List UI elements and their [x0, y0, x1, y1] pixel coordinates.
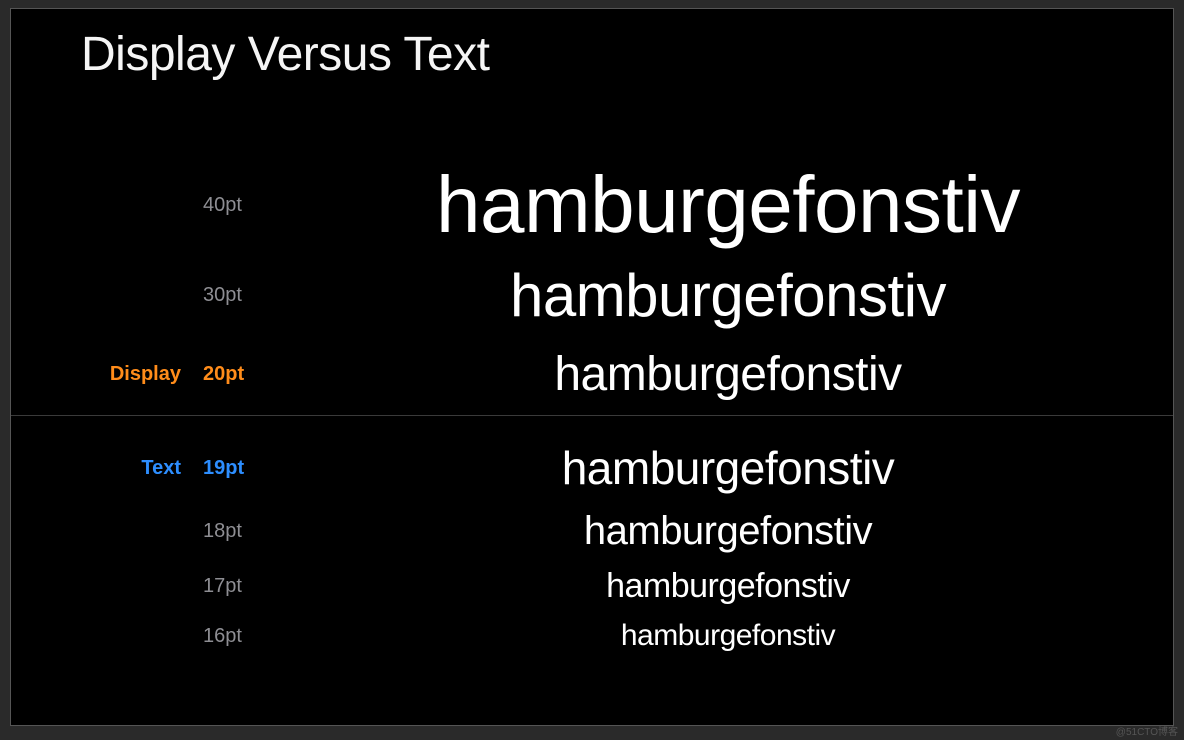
sample-text: hamburgefonstiv: [283, 619, 1173, 653]
size-label: 16pt: [181, 625, 283, 648]
size-label: 20pt: [181, 363, 283, 386]
sample-row: 18pt hamburgefonstiv: [11, 509, 1173, 554]
sample-text: hamburgefonstiv: [283, 347, 1173, 402]
sample-row: Display 20pt hamburgefonstiv: [11, 347, 1173, 402]
sample-row: Text 19pt hamburgefonstiv: [11, 441, 1173, 495]
sample-row: 16pt hamburgefonstiv: [11, 619, 1173, 653]
sample-text: hamburgefonstiv: [283, 261, 1173, 330]
size-label: 18pt: [181, 520, 283, 543]
category-label-text: Text: [11, 457, 181, 480]
size-label: 40pt: [181, 194, 283, 217]
sample-row: 40pt hamburgefonstiv: [11, 159, 1173, 251]
sample-text: hamburgefonstiv: [283, 159, 1173, 251]
size-label: 30pt: [181, 284, 283, 307]
slide-frame: Display Versus Text 40pt hamburgefonstiv…: [10, 8, 1174, 726]
watermark: @51CTO博客: [1116, 723, 1178, 738]
sample-row: 17pt hamburgefonstiv: [11, 567, 1173, 606]
category-label-display: Display: [11, 363, 181, 386]
sample-text: hamburgefonstiv: [283, 567, 1173, 606]
size-label: 19pt: [181, 457, 283, 480]
section-divider: [11, 415, 1173, 416]
slide-title: Display Versus Text: [81, 27, 489, 82]
sample-text: hamburgefonstiv: [283, 441, 1173, 495]
sample-row: 30pt hamburgefonstiv: [11, 261, 1173, 330]
sample-text: hamburgefonstiv: [283, 509, 1173, 554]
size-label: 17pt: [181, 575, 283, 598]
